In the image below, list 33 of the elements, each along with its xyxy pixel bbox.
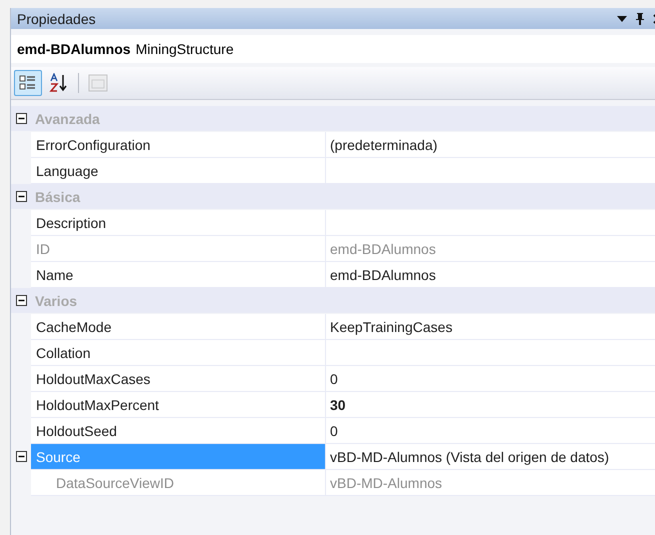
object-name: emd-BDAlumnos [17, 41, 131, 57]
property-value[interactable]: KeepTrainingCases [326, 314, 655, 339]
collapse-icon[interactable] [16, 451, 26, 462]
pin-icon[interactable] [635, 12, 645, 24]
property-value[interactable]: 0 [326, 366, 655, 391]
property-value[interactable]: (predeterminada) [326, 132, 655, 157]
category-label: Avanzada [35, 110, 100, 126]
property-name[interactable]: HoldoutMaxCases [31, 366, 326, 391]
object-type: MiningStructure [136, 41, 234, 57]
categorized-button[interactable] [14, 70, 42, 96]
property-name[interactable]: Description [31, 210, 326, 235]
property-value[interactable]: vBD-MD-Alumnos (Vista del origen de datos) [326, 444, 655, 469]
category-label: Básica [35, 188, 80, 204]
property-name[interactable]: Collation [31, 340, 326, 365]
property-name[interactable]: Name [31, 262, 326, 287]
window-title: Propiedades [17, 10, 97, 26]
dropdown-icon[interactable] [617, 16, 627, 22]
property-name[interactable]: ErrorConfiguration [31, 132, 326, 157]
collapse-icon[interactable] [16, 295, 26, 306]
property-name[interactable]: HoldoutSeed [31, 418, 326, 443]
collapse-icon[interactable] [16, 191, 26, 202]
category-label: Varios [35, 292, 78, 308]
collapse-icon[interactable] [16, 113, 26, 124]
object-selector[interactable]: emd-BDAlumnos MiningStructure [11, 35, 655, 63]
property-value[interactable]: 0 [326, 418, 655, 443]
property-name[interactable]: HoldoutMaxPercent [31, 392, 326, 417]
categorized-icon [19, 74, 37, 92]
sort-az-icon [49, 73, 69, 93]
property-value[interactable]: emd-BDAlumnos [326, 262, 655, 287]
property-name[interactable]: Language [31, 158, 326, 183]
property-value[interactable]: 30 [326, 392, 655, 417]
property-pages-icon [88, 74, 108, 92]
property-name[interactable]: CacheMode [31, 314, 326, 339]
